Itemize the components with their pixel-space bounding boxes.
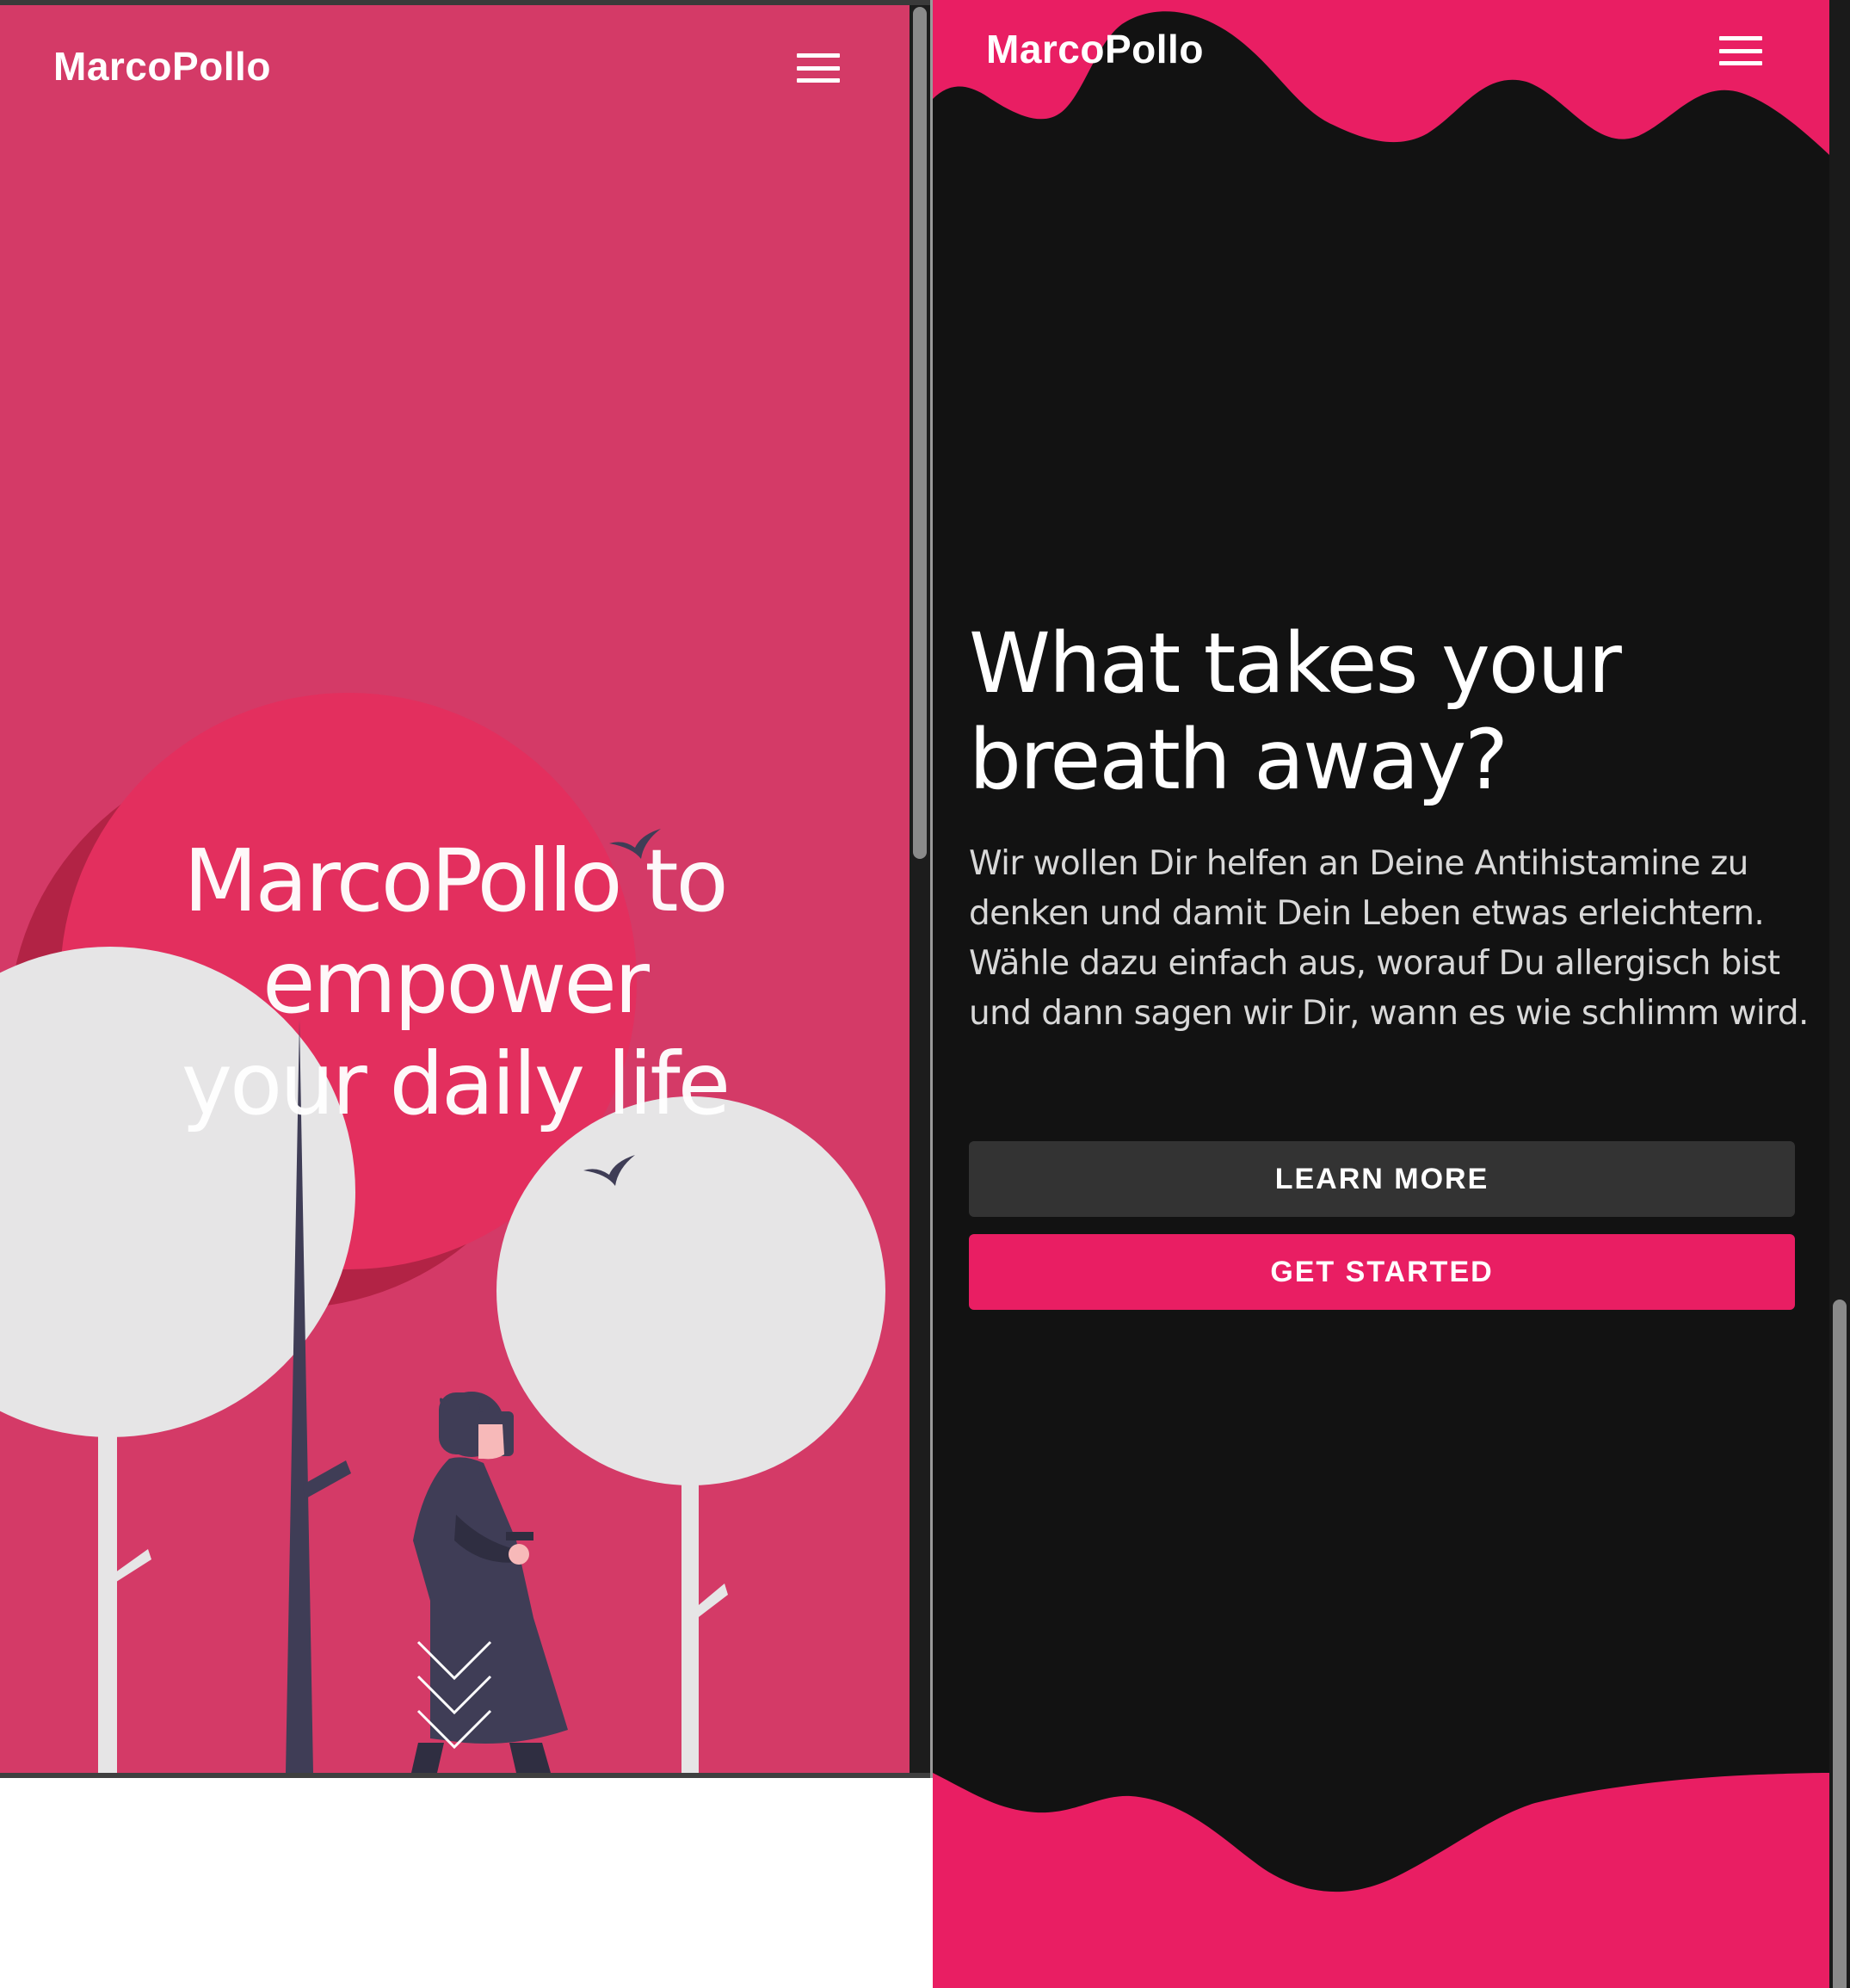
hamburger-menu-icon[interactable] — [1719, 36, 1762, 65]
left-phone-screen: MarcoPollo MarcoPollo to empower your da… — [0, 0, 930, 1778]
right-tree-crown — [496, 1096, 885, 1485]
left-tree-branch — [112, 1549, 151, 1584]
description-line-1: Wir wollen Dir helfen an Deine Antihista… — [969, 844, 1748, 883]
section-heading-line-2: breath away? — [969, 712, 1508, 808]
section-description: Wir wollen Dir helfen an Deine Antihista… — [969, 839, 1809, 1039]
empty-area — [0, 1778, 933, 1988]
description-line-4: und dann sagen wir Dir, wann es wie schl… — [969, 994, 1809, 1033]
scrollbar-thumb[interactable] — [913, 7, 927, 859]
section-heading-line-1: What takes your — [969, 615, 1622, 712]
learn-more-button[interactable]: LEARN MORE — [969, 1141, 1795, 1217]
right-phone-screen: MarcoPollo What takes your breath away? … — [933, 0, 1850, 1988]
top-wave-shape — [933, 0, 1829, 155]
brand-logo-text[interactable]: MarcoPollo — [986, 26, 1204, 72]
top-border — [0, 0, 930, 5]
get-started-button[interactable]: GET STARTED — [969, 1234, 1795, 1310]
section-heading: What takes your breath away? — [969, 615, 1795, 808]
hero-title: MarcoPollo to empower your daily life — [0, 830, 910, 1135]
scrollbar-thumb[interactable] — [1833, 1300, 1847, 1988]
hero-title-line-1: MarcoPollo to empower — [183, 830, 728, 1033]
hamburger-menu-icon[interactable] — [797, 53, 840, 83]
description-line-3: Wähle dazu einfach aus, worauf Du allerg… — [969, 944, 1780, 983]
description-line-2: denken und damit Dein Leben etwas erleic… — [969, 894, 1765, 933]
bottom-wave-shape — [933, 1773, 1829, 1988]
left-tree-trunk — [98, 1433, 117, 1773]
triple-chevron-down-icon[interactable] — [411, 1635, 497, 1756]
dark-tree-branch — [303, 1460, 351, 1499]
right-tree-trunk — [681, 1479, 699, 1773]
hero-title-line-2: your daily life — [181, 1034, 731, 1134]
brand-logo-text[interactable]: MarcoPollo — [53, 43, 271, 90]
